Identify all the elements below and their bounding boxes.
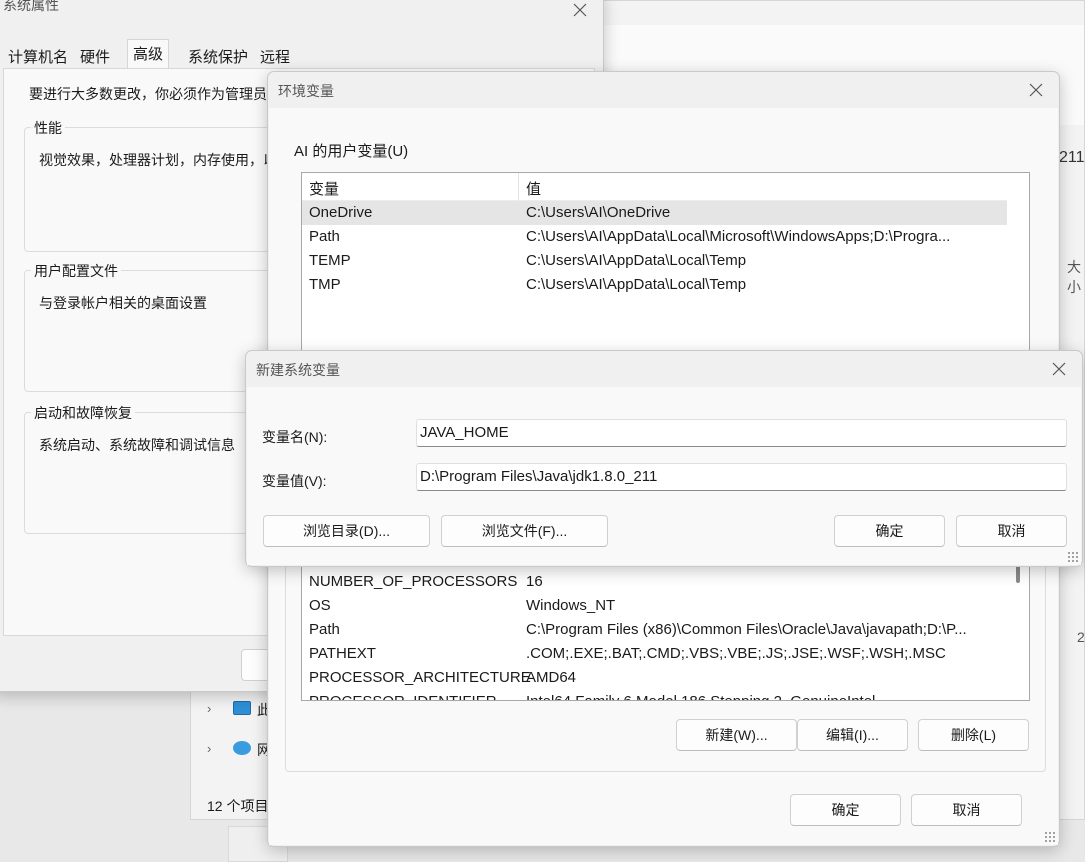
scrollbar-thumb[interactable]	[1016, 565, 1020, 583]
list-item[interactable]: OS Windows_NT	[302, 594, 1007, 618]
browse-directory-button[interactable]: 浏览目录(D)...	[263, 515, 430, 547]
close-button[interactable]	[557, 0, 603, 28]
variable-value: C:\Program Files (x86)\Common Files\Orac…	[526, 621, 967, 638]
explorer-address-fragment: 211	[1059, 149, 1085, 166]
variable-value-input[interactable]: D:\Program Files\Java\jdk1.8.0_211	[416, 463, 1067, 491]
variable-value: C:\Users\AI\OneDrive	[526, 204, 671, 221]
variable-name: PROCESSOR_IDENTIFIER	[309, 693, 497, 700]
group-description: 与登录帐户相关的桌面设置	[39, 295, 207, 311]
list-item[interactable]: PATHEXT .COM;.EXE;.BAT;.CMD;.VBS;.VBE;.J…	[302, 642, 1007, 666]
window-title: 环境变量	[278, 83, 334, 99]
cancel-button[interactable]: 取消	[911, 794, 1022, 826]
chevron-right-icon: ›	[207, 741, 212, 756]
close-icon	[1029, 83, 1043, 97]
variable-name-label: 变量名(N):	[262, 429, 328, 445]
explorer-column-size: 大小	[1067, 259, 1081, 295]
tab-computer-name[interactable]: 计算机名	[3, 43, 73, 69]
column-header-variable[interactable]: 变量	[309, 178, 339, 199]
dialog-body: 变量名(N): JAVA_HOME 变量值(V): D:\Program Fil…	[247, 387, 1081, 565]
tab-advanced[interactable]: 高级	[127, 39, 170, 69]
variable-name: OneDrive	[309, 204, 373, 221]
new-variable-button[interactable]: 新建(W)...	[676, 719, 797, 751]
variable-value: Intel64 Family 6 Model 186 Stepping 2, G…	[526, 693, 875, 700]
chevron-right-icon: ›	[207, 701, 212, 716]
group-title: 性能	[31, 118, 65, 138]
variable-name: PROCESSOR_ARCHITECTURE	[309, 669, 531, 686]
list-item[interactable]: OneDrive C:\Users\AI\OneDrive	[302, 201, 1007, 225]
list-item[interactable]: Path C:\Program Files (x86)\Common Files…	[302, 618, 1007, 642]
tab-remote[interactable]: 远程	[255, 43, 295, 69]
variable-value: 16	[526, 573, 543, 590]
group-title: 用户配置文件	[31, 261, 121, 281]
variable-value: .COM;.EXE;.BAT;.CMD;.VBS;.VBE;.JS;.JSE;.…	[526, 645, 946, 662]
tab-hardware[interactable]: 硬件	[75, 43, 115, 69]
ok-button[interactable]: 确定	[790, 794, 901, 826]
window-title: 系统属性	[3, 0, 59, 13]
system-variables-list[interactable]: NUMBER_OF_PROCESSORS 16 OS Windows_NT Pa…	[301, 548, 1030, 701]
list-header: 变量 值	[302, 173, 1007, 201]
resize-grip-icon[interactable]	[1044, 831, 1056, 843]
variable-value: C:\Users\AI\AppData\Local\Temp	[526, 276, 747, 293]
titlebar: 环境变量	[268, 72, 1059, 108]
column-separator[interactable]	[518, 173, 519, 201]
edit-variable-button[interactable]: 编辑(I)...	[797, 719, 908, 751]
column-header-value[interactable]: 值	[526, 178, 541, 199]
explorer-list-fragment: 2	[1077, 629, 1085, 645]
variable-name: PATHEXT	[309, 645, 376, 662]
variable-name: OS	[309, 597, 331, 614]
user-vars-label: AI 的用户变量(U)	[294, 143, 409, 160]
close-button[interactable]	[1013, 72, 1059, 108]
list-item[interactable]: NUMBER_OF_PROCESSORS 16	[302, 570, 1007, 594]
explorer-nav-row-1[interactable]: › 此	[201, 699, 271, 721]
list-item[interactable]: PROCESSOR_IDENTIFIER Intel64 Family 6 Mo…	[302, 690, 1007, 700]
list-item[interactable]: PROCESSOR_ARCHITECTURE AMD64	[302, 666, 1007, 690]
browse-file-button[interactable]: 浏览文件(F)...	[441, 515, 608, 547]
tab-system-protection[interactable]: 系统保护	[183, 43, 253, 69]
resize-grip-icon[interactable]	[1067, 551, 1079, 563]
variable-name: NUMBER_OF_PROCESSORS	[309, 573, 518, 590]
variable-value: C:\Users\AI\AppData\Local\Temp	[526, 252, 747, 269]
group-description: 系统启动、系统故障和调试信息	[39, 437, 235, 453]
titlebar: 新建系统变量	[246, 351, 1082, 387]
window-title: 新建系统变量	[256, 362, 340, 378]
variable-value-label: 变量值(V):	[262, 473, 327, 489]
variable-value: C:\Users\AI\AppData\Local\Microsoft\Wind…	[526, 228, 951, 245]
explorer-nav-row-2[interactable]: › 网	[201, 739, 271, 761]
variable-name: Path	[309, 621, 340, 638]
variable-name: TEMP	[309, 252, 351, 269]
list-item[interactable]: Path C:\Users\AI\AppData\Local\Microsoft…	[302, 225, 1007, 249]
network-icon	[233, 741, 251, 755]
titlebar: 系统属性	[0, 0, 603, 37]
group-title: 启动和故障恢复	[31, 403, 135, 423]
variable-name-input[interactable]: JAVA_HOME	[416, 419, 1067, 447]
list-item[interactable]: TEMP C:\Users\AI\AppData\Local\Temp	[302, 249, 1007, 273]
close-button[interactable]	[1036, 351, 1082, 387]
variable-name: TMP	[309, 276, 341, 293]
new-system-variable-dialog: 新建系统变量 变量名(N): JAVA_HOME 变量值(V): D:\Prog…	[245, 350, 1083, 567]
close-icon	[573, 3, 587, 17]
ok-button[interactable]: 确定	[834, 515, 945, 547]
computer-icon	[233, 701, 251, 715]
explorer-status-bar: 12 个项目	[207, 798, 269, 814]
variable-value: AMD64	[526, 669, 577, 686]
variable-name: Path	[309, 228, 340, 245]
cancel-button[interactable]: 取消	[956, 515, 1067, 547]
close-icon	[1052, 362, 1066, 376]
delete-variable-button[interactable]: 删除(L)	[918, 719, 1029, 751]
list-item[interactable]: TMP C:\Users\AI\AppData\Local\Temp	[302, 273, 1007, 297]
variable-value: Windows_NT	[526, 597, 616, 614]
